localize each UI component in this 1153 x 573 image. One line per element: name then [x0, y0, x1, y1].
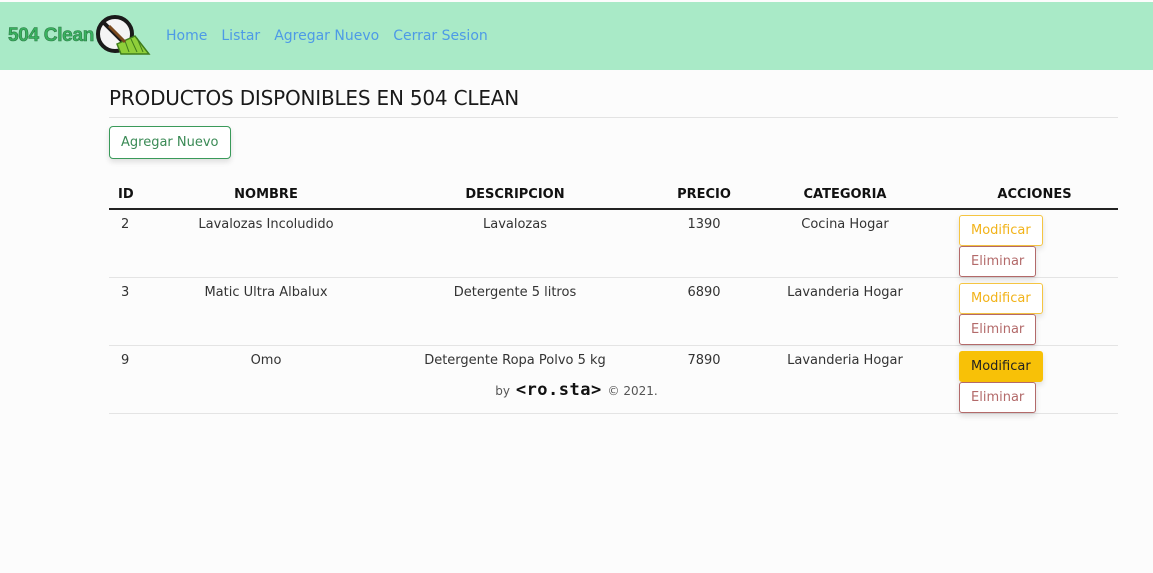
cell-categoria: Lavanderia Hogar	[739, 277, 951, 346]
nav-listar[interactable]: Listar	[221, 28, 260, 44]
footer-by: by	[495, 384, 510, 398]
nav-cerrar-sesion[interactable]: Cerrar Sesion	[393, 28, 488, 44]
cell-precio: 6890	[669, 277, 739, 346]
nav-agregar-nuevo[interactable]: Agregar Nuevo	[274, 28, 379, 44]
header-acciones: ACCIONES	[951, 181, 1118, 210]
footer-signature: <ro.sta>	[515, 380, 602, 400]
brand[interactable]: 504 Clean	[8, 14, 151, 58]
cell-categoria: Cocina Hogar	[739, 209, 951, 278]
navbar: 504 Clean Home Listar Agregar Nuevo Cerr…	[0, 2, 1153, 70]
delete-button[interactable]: Eliminar	[959, 314, 1037, 345]
nav-links: Home Listar Agregar Nuevo Cerrar Sesion	[166, 28, 502, 44]
footer-copyright: © 2021.	[607, 384, 658, 398]
header-descripcion: DESCRIPCION	[361, 181, 669, 210]
page-title: PRODUCTOS DISPONIBLES EN 504 CLEAN	[109, 86, 1118, 118]
cell-descripcion: Lavalozas	[361, 209, 669, 278]
cell-acciones: Modificar Eliminar	[951, 209, 1118, 278]
cell-descripcion: Detergente 5 litros	[361, 277, 669, 346]
main-content: PRODUCTOS DISPONIBLES EN 504 CLEAN Agreg…	[109, 86, 1118, 414]
header-categoria: CATEGORIA	[739, 181, 951, 210]
cell-id: 2	[109, 209, 171, 278]
footer: by <ro.sta> © 2021.	[0, 380, 1153, 400]
cell-id: 3	[109, 277, 171, 346]
table-row: 2 Lavalozas Incoludido Lavalozas 1390 Co…	[109, 209, 1118, 278]
header-nombre: NOMBRE	[171, 181, 361, 210]
modify-button[interactable]: Modificar	[959, 215, 1043, 246]
modify-button[interactable]: Modificar	[959, 351, 1043, 382]
header-id: ID	[109, 181, 171, 210]
header-precio: PRECIO	[669, 181, 739, 210]
table-row: 3 Matic Ultra Albalux Detergente 5 litro…	[109, 277, 1118, 346]
brand-name: 504 Clean	[8, 25, 95, 47]
broom-logo-icon	[96, 15, 151, 55]
modify-button[interactable]: Modificar	[959, 283, 1043, 314]
table-header-row: ID NOMBRE DESCRIPCION PRECIO CATEGORIA A…	[109, 181, 1118, 210]
nav-home[interactable]: Home	[166, 28, 207, 44]
delete-button[interactable]: Eliminar	[959, 246, 1037, 277]
cell-acciones: Modificar Eliminar	[951, 277, 1118, 346]
add-new-button[interactable]: Agregar Nuevo	[109, 126, 231, 159]
cell-precio: 1390	[669, 209, 739, 278]
cell-nombre: Lavalozas Incoludido	[171, 209, 361, 278]
cell-nombre: Matic Ultra Albalux	[171, 277, 361, 346]
